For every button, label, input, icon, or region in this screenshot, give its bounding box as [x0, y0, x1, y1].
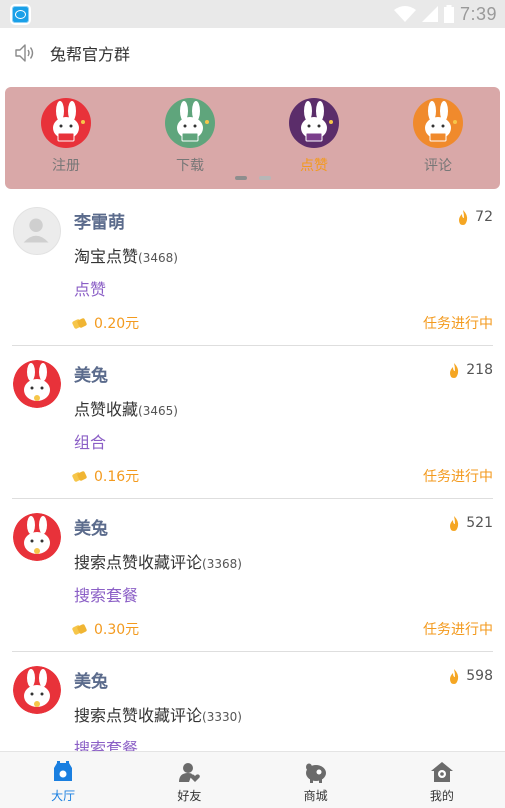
battery-icon [443, 5, 454, 23]
page-dot [259, 176, 271, 180]
task-title: 搜索点赞收藏评论(3368) [74, 549, 242, 573]
speaker-icon [15, 44, 34, 62]
shop-icon [305, 763, 326, 783]
flame-icon [450, 515, 459, 531]
heat-value: 598 [466, 668, 493, 684]
publisher-name: 美兔 [74, 366, 108, 386]
task-title: 点赞收藏(3465) [74, 396, 178, 420]
notice-text: 兔帮官方群 [50, 45, 131, 64]
task-card[interactable]: 美兔 521 搜索点赞收藏评论(3368) 搜索套餐 0.30元 任务进行中 [12, 499, 493, 652]
task-reward: 0.20元 [72, 313, 140, 333]
task-card[interactable]: 美兔 218 点赞收藏(3465) 组合 0.16元 任务进行中 [12, 346, 493, 499]
task-card[interactable]: 李雷萌 72 淘宝点赞(3468) 点赞 0.20元 任务进行中 [12, 193, 493, 346]
rabbit-download-icon [165, 98, 215, 148]
reward-amount: 0.16元 [94, 469, 140, 485]
nav-hall[interactable]: 大厅 [0, 752, 126, 808]
category-comment[interactable]: 评论 [403, 98, 473, 175]
heat-count: 218 [448, 362, 493, 378]
bottom-nav: 大厅 好友 商城 我的 [0, 751, 505, 808]
rabbit-register-icon [41, 98, 91, 148]
nav-label: 好友 [177, 789, 202, 803]
category-download[interactable]: 下载 [155, 98, 225, 175]
friends-icon [179, 763, 201, 782]
heat-count: 72 [457, 209, 493, 225]
rabbit-avatar-icon [13, 666, 61, 714]
coins-icon [72, 623, 87, 635]
status-bar: 7:39 [0, 0, 505, 28]
heat-count: 521 [448, 515, 493, 531]
task-type-tag: 点赞 [74, 280, 107, 299]
default-user-icon [23, 218, 49, 243]
signal-icon [421, 6, 438, 22]
category-label: 点赞 [300, 158, 328, 174]
avatar [13, 666, 61, 714]
avatar [13, 207, 61, 255]
task-card[interactable]: 美兔 598 搜索点赞收藏评论(3330) 搜索套餐 [12, 652, 493, 751]
reward-amount: 0.20元 [94, 316, 140, 332]
coins-icon [72, 470, 87, 482]
task-type-tag: 组合 [74, 433, 107, 452]
rabbit-comment-icon [413, 98, 463, 148]
banner-page-indicator [235, 176, 271, 180]
avatar [13, 513, 61, 561]
nav-label: 我的 [429, 789, 454, 803]
task-name: 搜索点赞收藏评论 [74, 706, 203, 725]
category-like[interactable]: 点赞 [279, 98, 349, 175]
nav-friends[interactable]: 好友 [126, 752, 252, 808]
task-reward: 0.16元 [72, 466, 140, 486]
task-name: 点赞收藏 [74, 400, 139, 419]
task-reward: 0.30元 [72, 619, 140, 639]
page-dot-active [235, 176, 247, 180]
nav-profile[interactable]: 我的 [379, 752, 505, 808]
heat-value: 521 [466, 515, 493, 531]
publisher-name: 美兔 [74, 519, 108, 539]
task-title: 淘宝点赞(3468) [74, 243, 178, 267]
task-id: (3468) [138, 251, 178, 265]
heat-value: 218 [466, 362, 493, 378]
category-label: 下载 [176, 158, 204, 174]
nav-shop[interactable]: 商城 [253, 752, 379, 808]
category-register[interactable]: 注册 [31, 98, 101, 175]
task-type-tag: 搜索套餐 [74, 739, 139, 751]
status-icons: 7:39 [393, 3, 497, 25]
coins-icon [72, 317, 87, 329]
task-name: 搜索点赞收藏评论 [74, 553, 203, 572]
category-banner[interactable]: 注册 下载 点赞 评论 [5, 87, 500, 189]
status-time: 7:39 [459, 3, 497, 24]
nav-label: 商城 [303, 789, 328, 803]
publisher-name: 美兔 [74, 672, 108, 692]
notice-bar[interactable]: 兔帮官方群 [0, 28, 505, 78]
task-type-tag: 搜索套餐 [74, 586, 139, 605]
rabbit-avatar-icon [13, 513, 61, 561]
heat-count: 598 [448, 668, 493, 684]
flame-icon [450, 668, 459, 684]
task-id: (3330) [202, 710, 242, 724]
task-id: (3368) [202, 557, 242, 571]
rabbit-avatar-icon [13, 360, 61, 408]
task-status: 任务进行中 [423, 316, 493, 332]
flame-icon [450, 362, 459, 378]
wifi-icon [393, 6, 416, 22]
heat-value: 72 [475, 209, 493, 225]
flame-icon [459, 209, 468, 225]
task-status: 任务进行中 [423, 469, 493, 485]
task-id: (3465) [138, 404, 178, 418]
category-label: 评论 [424, 158, 452, 174]
reward-amount: 0.30元 [94, 622, 140, 638]
avatar [13, 360, 61, 408]
task-title: 搜索点赞收藏评论(3330) [74, 702, 242, 726]
hall-icon [54, 761, 73, 781]
task-list[interactable]: 李雷萌 72 淘宝点赞(3468) 点赞 0.20元 任务进行中 美兔 218 … [0, 193, 505, 751]
publisher-name: 李雷萌 [74, 213, 125, 233]
category-label: 注册 [52, 158, 80, 174]
task-status: 任务进行中 [423, 622, 493, 638]
profile-icon [430, 762, 453, 782]
rabbit-like-icon [289, 98, 339, 148]
task-name: 淘宝点赞 [74, 247, 139, 266]
app-notification-icon [10, 4, 31, 25]
nav-label: 大厅 [51, 789, 76, 803]
